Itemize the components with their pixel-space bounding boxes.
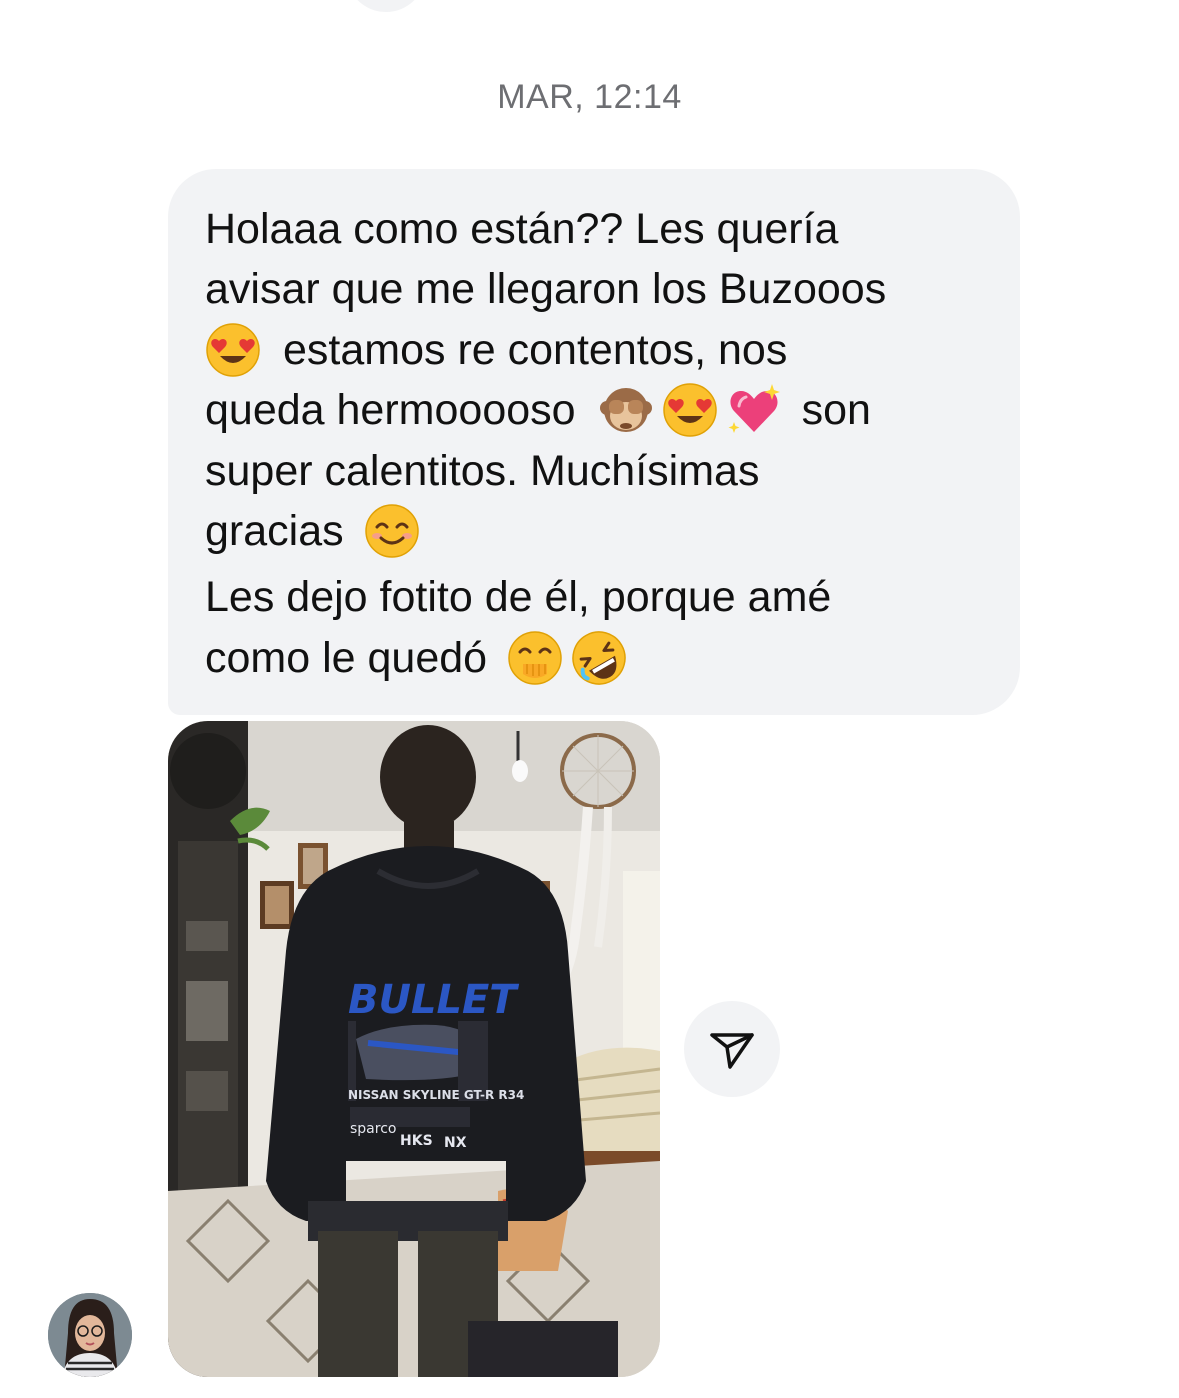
hoodie-print-sponsor-hks: HKS	[400, 1133, 433, 1149]
message-text: super calentitos. Muchísimas	[205, 446, 760, 495]
message-line: avisar que me llegaron los Buzooos	[205, 259, 984, 319]
smiling-face-emoji-icon	[364, 504, 419, 558]
message-text: queda hermooooso	[205, 386, 576, 435]
share-button[interactable]	[684, 1001, 780, 1097]
rolling-laughing-emoji-icon	[572, 631, 626, 685]
message-text: Les dejo fotito de él, porque amé	[205, 573, 832, 622]
sender-avatar[interactable]	[48, 1293, 132, 1377]
heart-eyes-emoji-icon	[662, 383, 717, 438]
message-line: estamos re contentos, nos	[205, 320, 984, 380]
message-timestamp: MAR, 12:14	[497, 78, 682, 116]
paper-plane-icon	[710, 1033, 754, 1069]
message-text: son	[801, 386, 871, 435]
message-text: estamos re contentos, nos	[283, 325, 788, 374]
photo-man-in-hoodie: BULLET NISSAN SKYLINE GT-R R34 sparco HK…	[168, 721, 660, 1377]
hand-over-mouth-emoji-icon	[508, 631, 562, 685]
message-text: como le quedó	[205, 633, 488, 682]
message-line: gracias	[205, 501, 984, 561]
message-line: Holaaa como están?? Les quería	[205, 199, 984, 259]
message-text: Holaaa como están?? Les quería	[205, 205, 839, 253]
hoodie-print-sponsor-sparco: sparco	[350, 1121, 396, 1137]
hoodie-print-model: NISSAN SKYLINE GT-R R34	[348, 1088, 524, 1102]
message-text: gracias	[205, 507, 344, 556]
sparkling-heart-emoji-icon	[728, 384, 780, 434]
message-line: Les dejo fotito de él, porque amé	[205, 567, 984, 627]
avatar-photo	[48, 1293, 132, 1377]
see-no-evil-monkey-emoji-icon	[599, 388, 652, 433]
message-line: queda hermooooso son	[205, 380, 984, 440]
message-text: avisar que me llegaron los Buzooos	[205, 265, 887, 314]
message-bubble[interactable]: Holaaa como están?? Les quería avisar qu…	[168, 169, 1020, 715]
heart-eyes-emoji-icon	[206, 323, 260, 377]
attached-photo[interactable]: BULLET NISSAN SKYLINE GT-R R34 sparco HK…	[168, 721, 660, 1377]
chat-screen: MAR, 12:14 Holaaa como están?? Les querí…	[0, 0, 1179, 1398]
message-line: super calentitos. Muchísimas	[205, 441, 984, 501]
hoodie-print-sponsor-nx: NX	[444, 1135, 467, 1151]
message-line: como le quedó	[205, 628, 984, 688]
hoodie-print-title: BULLET	[348, 977, 519, 1023]
previous-message-bubble[interactable]	[346, 0, 426, 12]
